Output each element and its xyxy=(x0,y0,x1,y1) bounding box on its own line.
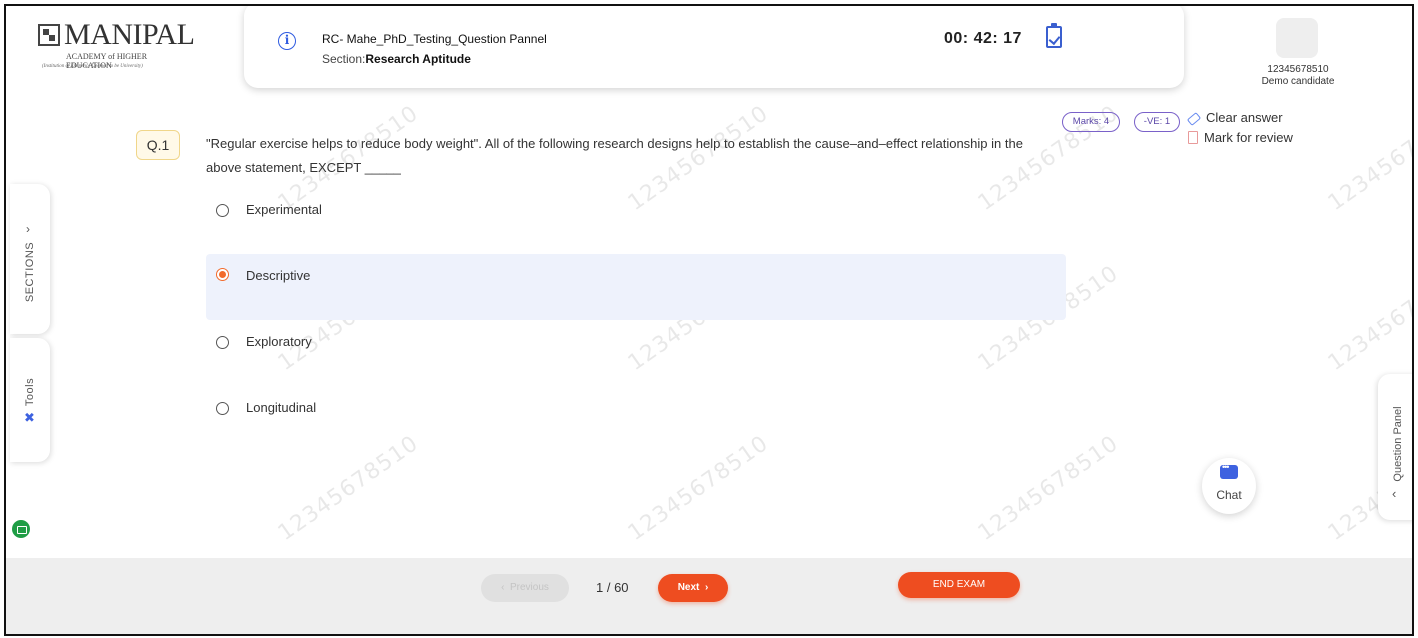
option-label: Longitudinal xyxy=(246,400,317,415)
question-number: Q.1 xyxy=(136,130,180,160)
footer-bar: ‹ Previous 1 / 60 Next › END EXAM xyxy=(6,558,1412,634)
option-radio-selected[interactable] xyxy=(216,268,229,281)
option-3[interactable]: Exploratory xyxy=(206,322,1066,388)
option-label: Exploratory xyxy=(246,334,312,349)
question-panel-tab[interactable]: Question Panel ‹ xyxy=(1378,374,1412,520)
logo-name: MANIPAL xyxy=(64,18,195,51)
exam-header: i RC- Mahe_PhD_Testing_Question Pannel S… xyxy=(244,6,1184,88)
chevron-left-icon: ‹ xyxy=(1392,486,1397,501)
info-icon[interactable]: i xyxy=(278,32,296,50)
section-prefix: Section: xyxy=(322,52,366,66)
option-4[interactable]: Longitudinal xyxy=(206,388,1066,454)
chevron-right-icon: › xyxy=(699,582,709,593)
chat-button[interactable]: Chat xyxy=(1202,458,1256,514)
candidate-id: 12345678510 xyxy=(1267,64,1329,75)
clear-answer-button[interactable]: Clear answer xyxy=(1186,110,1283,126)
logo-emblem-icon xyxy=(38,24,60,46)
watermark-text: 12345678510 xyxy=(1323,100,1414,217)
chat-label: Chat xyxy=(1216,488,1242,502)
sections-label: SECTIONS xyxy=(24,241,36,303)
exam-window: 12345678510 12345678510 12345678510 1234567… xyxy=(4,4,1414,636)
previous-button[interactable]: ‹ Previous xyxy=(481,574,569,602)
manipal-logo: MANIPAL ACADEMY of HIGHER EDUCATION (Ins… xyxy=(24,14,195,78)
option-2[interactable]: Descriptive xyxy=(206,254,1066,320)
tools-tab[interactable]: Tools ✖ xyxy=(10,338,50,462)
candidate-avatar xyxy=(1276,18,1318,58)
question-text: "Regular exercise helps to reduce body w… xyxy=(206,136,1023,175)
section-name: Research Aptitude xyxy=(365,52,471,66)
logo-tagline: (Institution of Eminence Deemed to be Un… xyxy=(42,64,143,69)
option-radio[interactable] xyxy=(216,336,229,349)
option-1[interactable]: Experimental xyxy=(206,190,1066,256)
marks-badge: Marks: 4 xyxy=(1062,112,1120,132)
section-indicator: Section:Research Aptitude xyxy=(322,52,471,66)
exam-timer: 00: 42: 17 xyxy=(944,30,1022,47)
camera-icon xyxy=(12,520,30,538)
mark-review-label: Mark for review xyxy=(1204,130,1293,145)
previous-label: Previous xyxy=(509,582,549,593)
chevron-left-icon: ‹ xyxy=(501,582,510,593)
chevron-right-icon: › xyxy=(26,222,30,236)
negative-marks-badge: -VE: 1 xyxy=(1134,112,1180,132)
next-label: Next xyxy=(677,582,700,593)
sections-tab[interactable]: › SECTIONS xyxy=(10,184,50,334)
option-radio[interactable] xyxy=(216,204,229,217)
eraser-icon xyxy=(1186,111,1202,126)
page-indicator: 1 / 60 xyxy=(596,580,629,595)
tools-icon: ✖ xyxy=(24,410,35,425)
exam-title: RC- Mahe_PhD_Testing_Question Pannel xyxy=(322,32,547,46)
end-exam-button[interactable]: END EXAM xyxy=(898,572,1020,598)
clear-answer-label: Clear answer xyxy=(1206,110,1283,125)
option-label: Descriptive xyxy=(246,268,311,283)
tools-label: Tools xyxy=(24,377,36,407)
candidate-name: Demo candidate xyxy=(1261,76,1335,87)
clipboard-check-icon[interactable] xyxy=(1046,23,1062,48)
question-panel-label: Question Panel xyxy=(1392,406,1404,482)
option-label: Experimental xyxy=(246,202,322,217)
option-radio[interactable] xyxy=(216,402,229,415)
mark-for-review-button[interactable]: Mark for review xyxy=(1188,130,1293,145)
watermark-text: 12345678510 xyxy=(1323,260,1414,377)
chat-bubble-icon xyxy=(1220,462,1238,479)
next-button[interactable]: Next › xyxy=(658,574,728,602)
bookmark-icon xyxy=(1188,131,1198,145)
